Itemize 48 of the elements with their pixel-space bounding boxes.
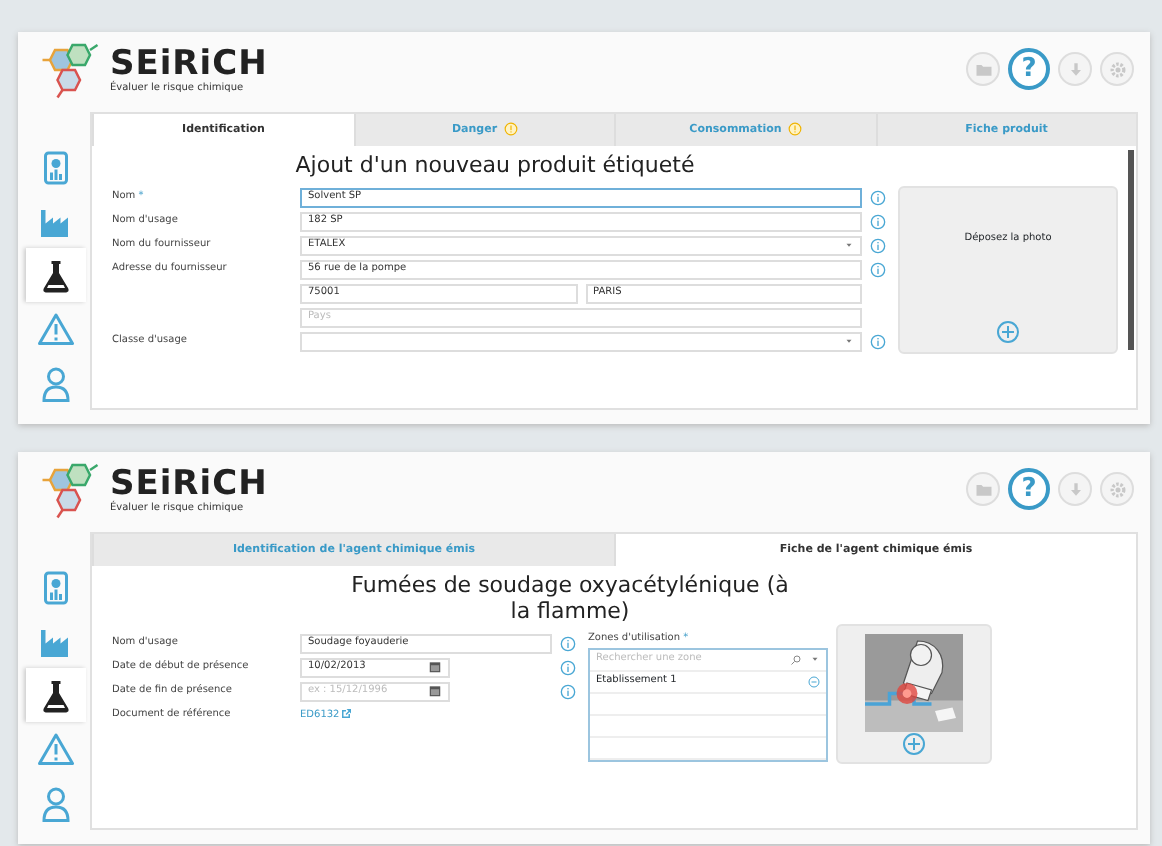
person-icon — [38, 365, 74, 401]
external-link-icon — [339, 707, 352, 720]
folder-icon — [973, 479, 993, 499]
info-icon[interactable] — [870, 261, 886, 278]
dashboard-icon — [38, 149, 74, 185]
download-icon — [1065, 59, 1085, 79]
download-button[interactable] — [1058, 472, 1092, 506]
settings-button[interactable] — [1100, 472, 1134, 506]
form-title: Ajout d'un nouveau produit étiqueté — [293, 152, 697, 179]
info-icon[interactable] — [560, 659, 576, 676]
info-icon[interactable] — [560, 635, 576, 652]
warning-icon — [787, 122, 802, 136]
logo-icon — [38, 40, 102, 100]
info-icon[interactable] — [870, 189, 886, 206]
settings-icon — [1107, 59, 1127, 79]
info-icon[interactable] — [870, 213, 886, 230]
download-button[interactable] — [1058, 52, 1092, 86]
logo-icon — [38, 460, 102, 520]
caret-icon — [810, 654, 820, 665]
caret-icon — [844, 240, 854, 251]
flask-icon — [38, 677, 74, 713]
add-icon[interactable] — [996, 320, 1020, 345]
info-icon[interactable] — [870, 333, 886, 350]
warning-icon — [38, 311, 74, 347]
brand-name: SEiRiCH — [110, 48, 268, 82]
sidebar-item[interactable] — [26, 668, 86, 722]
form-title: Fumées de soudage oxyacétylénique (à la flamme) — [349, 572, 791, 625]
sidebar-item[interactable] — [26, 248, 86, 302]
download-icon — [1065, 479, 1085, 499]
brand-name: SEiRiCH — [110, 468, 268, 502]
folder-icon — [973, 59, 993, 79]
folder-button[interactable] — [966, 472, 1000, 506]
dashboard-icon — [38, 569, 74, 605]
dropdown-field[interactable] — [300, 331, 862, 352]
settings-icon — [1107, 479, 1127, 499]
caret-icon — [844, 336, 854, 347]
warning-icon — [38, 731, 74, 767]
info-icon[interactable] — [560, 683, 576, 700]
info-icon[interactable] — [870, 237, 886, 254]
flask-icon — [38, 257, 74, 293]
person-icon — [38, 785, 74, 821]
search-icon — [790, 653, 802, 666]
folder-button[interactable] — [966, 52, 1000, 86]
remove-icon[interactable] — [808, 675, 820, 688]
settings-button[interactable] — [1100, 52, 1134, 86]
add-icon[interactable] — [902, 732, 926, 757]
photo-dropzone[interactable] — [836, 624, 992, 765]
warning-icon — [503, 122, 518, 136]
